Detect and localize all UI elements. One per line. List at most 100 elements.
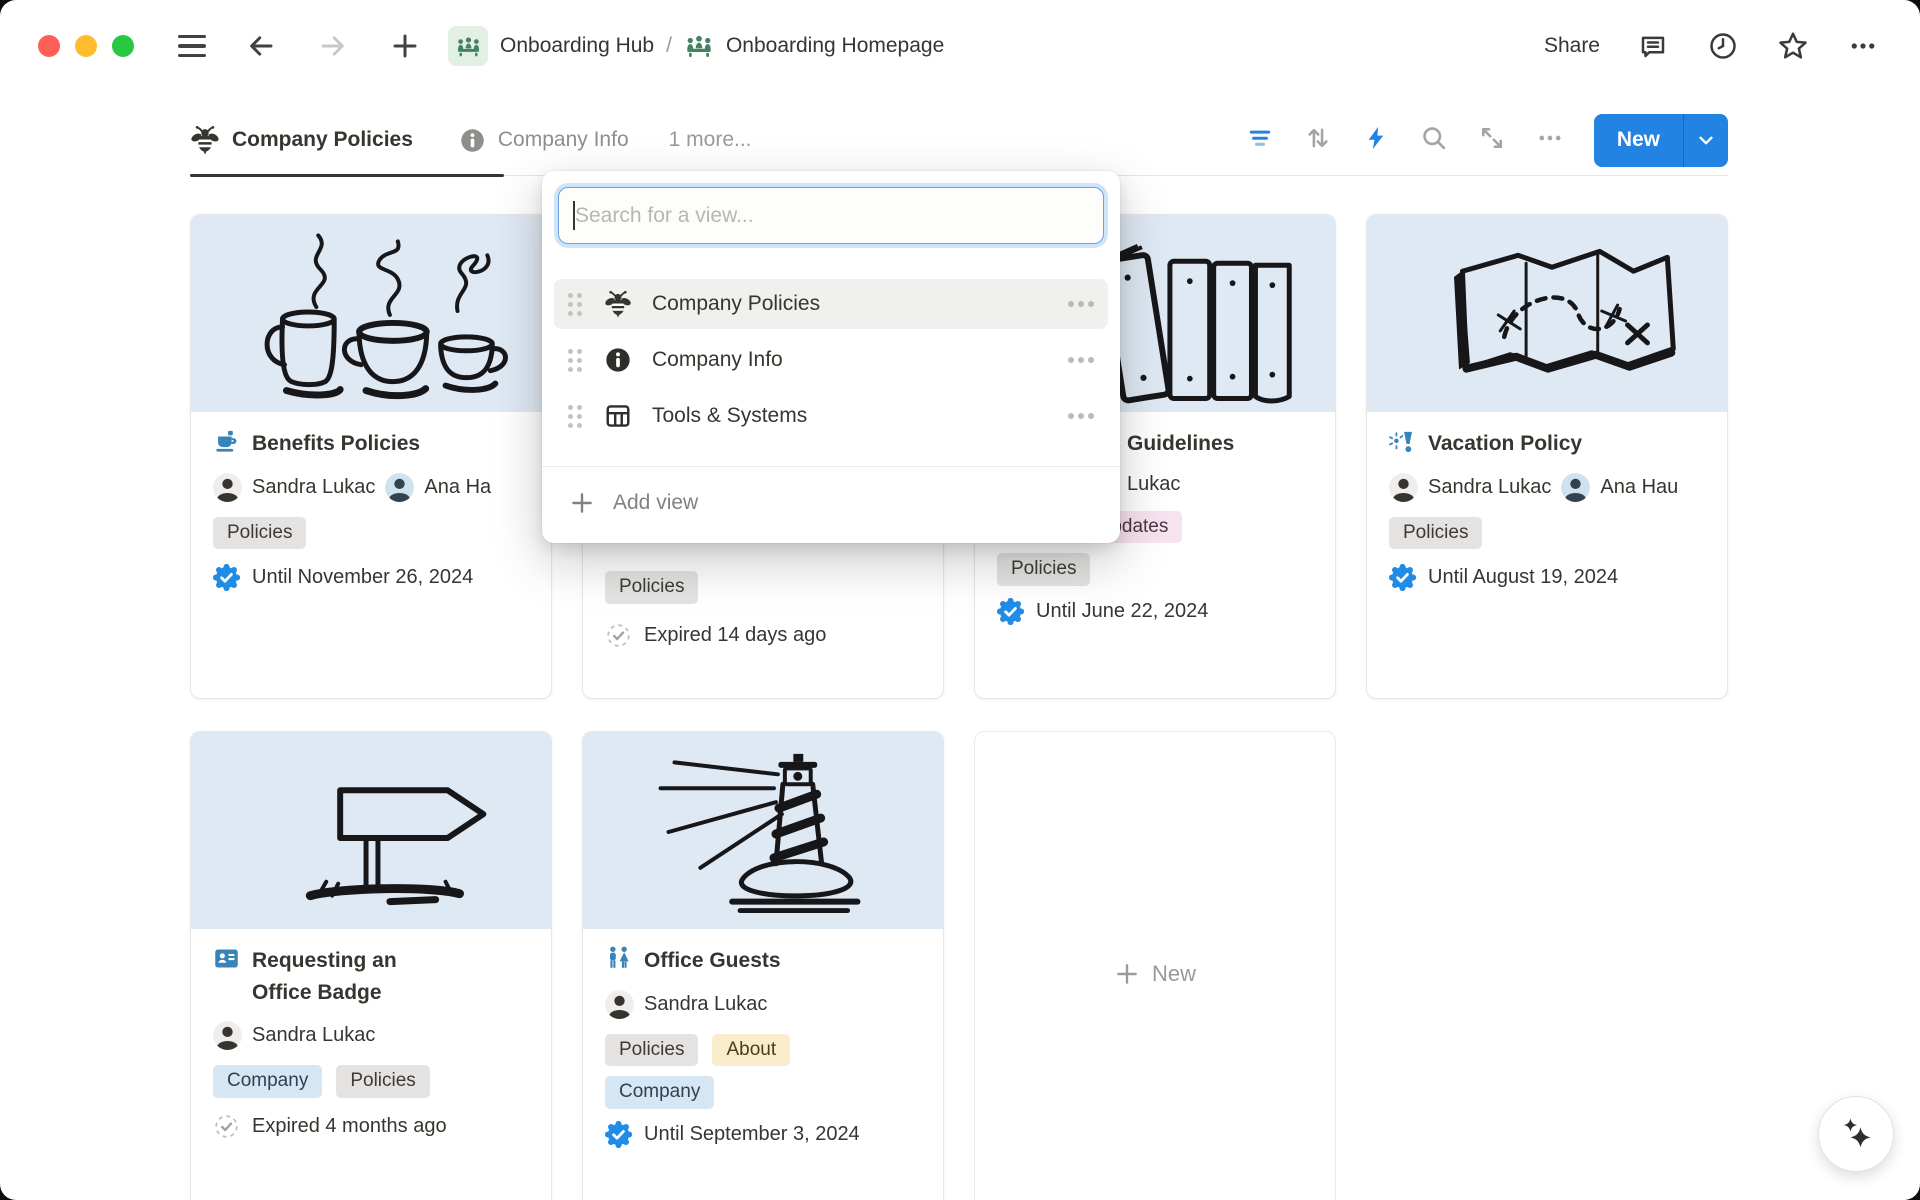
view-toolbar: New (1246, 104, 1728, 176)
plus-icon (569, 490, 595, 516)
breadcrumb-item-homepage[interactable]: Onboarding Homepage (726, 34, 944, 58)
card-office-guests[interactable]: Office Guests Sandra Lukac Policies Abo (582, 731, 944, 1200)
close-window-button[interactable] (38, 35, 60, 57)
minimize-window-button[interactable] (75, 35, 97, 57)
card-vacation-policy[interactable]: Vacation Policy Sandra Lukac (1366, 214, 1728, 699)
card-title-row: Office Guests (605, 945, 921, 977)
more-icon[interactable] (1068, 301, 1094, 307)
card-title: Office Guests (644, 945, 781, 977)
card-cover-mugs-doodle (191, 215, 551, 412)
card-tags: Policies About Company (605, 1034, 921, 1109)
tag[interactable]: Policies (605, 1034, 698, 1067)
person-name-visible: Lukac (1127, 473, 1180, 496)
card-benefits-policies[interactable]: Benefits Policies Sandra Lukac (190, 214, 552, 699)
tag[interactable]: Company (213, 1065, 322, 1098)
filter-icon[interactable] (1246, 124, 1274, 157)
card-people: Sandra Lukac Ana Hau (1389, 473, 1705, 502)
person: Ana Hau (1561, 473, 1678, 502)
more-icon[interactable] (1536, 124, 1564, 157)
menu-icon[interactable] (178, 35, 206, 57)
avatar (1561, 473, 1590, 502)
drag-handle-icon[interactable] (568, 405, 582, 428)
verified-badge-icon (605, 1121, 632, 1148)
more-icon[interactable] (1068, 357, 1094, 363)
new-button-group: New (1594, 114, 1728, 167)
view-label: Tools & Systems (652, 404, 1068, 428)
card-status: Expired 14 days ago (605, 622, 921, 649)
tag[interactable]: Company (605, 1076, 714, 1109)
tag[interactable]: Policies (336, 1065, 429, 1098)
tag[interactable]: Policies (605, 571, 698, 604)
views-dropdown: Company Policies Company Info (542, 171, 1120, 543)
more-views-button[interactable]: 1 more... (669, 128, 752, 152)
status-text: Until September 3, 2024 (644, 1123, 860, 1146)
view-row-tools-systems[interactable]: Tools & Systems (554, 391, 1108, 441)
add-view-button[interactable]: Add view (542, 467, 1120, 539)
view-search-input[interactable] (558, 187, 1104, 244)
person-name: Sandra Lukac (1428, 476, 1551, 499)
person: Sandra Lukac (605, 990, 767, 1019)
view-search (558, 187, 1104, 244)
person: Ana Ha (385, 473, 491, 502)
back-arrow-icon[interactable] (244, 29, 278, 63)
tab-label: Company Policies (232, 128, 413, 152)
share-button[interactable]: Share (1544, 34, 1600, 58)
clock-icon[interactable] (1706, 29, 1740, 63)
people-group-icon (448, 26, 488, 66)
card-title-row: Guidelines (1127, 428, 1313, 460)
card-status: Until September 3, 2024 (605, 1121, 921, 1148)
forward-arrow-icon[interactable] (316, 29, 350, 63)
expand-icon[interactable] (1478, 124, 1506, 157)
star-icon[interactable] (1776, 29, 1810, 63)
person-name: Sandra Lukac (644, 993, 767, 1016)
new-button[interactable]: New (1594, 114, 1683, 167)
plus-icon (1114, 961, 1140, 987)
person: Sandra Lukac (1389, 473, 1551, 502)
tag[interactable]: Policies (997, 553, 1090, 586)
card-tags: Policies (1389, 517, 1705, 550)
tag[interactable]: About (712, 1034, 790, 1067)
table-icon (604, 402, 632, 430)
drag-handle-icon[interactable] (568, 349, 582, 372)
new-button-dropdown[interactable] (1683, 114, 1728, 167)
person: Sandra Lukac (213, 473, 375, 502)
title-bar: Onboarding Hub / Onboarding Homepage Sha… (0, 0, 1920, 92)
sort-icon[interactable] (1304, 124, 1332, 157)
new-tab-plus-icon[interactable] (388, 29, 422, 63)
ai-assistant-button[interactable] (1818, 1096, 1894, 1172)
breadcrumb-separator: / (666, 34, 672, 58)
bee-icon (604, 290, 632, 318)
status-text: Until November 26, 2024 (252, 566, 473, 589)
tag[interactable]: Policies (213, 517, 306, 550)
new-card-button[interactable]: New (974, 731, 1336, 1200)
card-cover-signpost-doodle (191, 732, 551, 929)
sparkles-icon (1837, 1115, 1875, 1153)
card-title-visible: Guidelines (1127, 428, 1234, 460)
app-window: Onboarding Hub / Onboarding Homepage Sha… (0, 0, 1920, 1200)
card-status: Expired 4 months ago (213, 1113, 529, 1140)
more-icon[interactable] (1068, 413, 1094, 419)
card-office-badge[interactable]: Requesting anOffice Badge Sandra Lukac C… (190, 731, 552, 1200)
search-icon[interactable] (1420, 124, 1448, 157)
view-row-company-policies[interactable]: Company Policies (554, 279, 1108, 329)
lightning-icon[interactable] (1362, 124, 1390, 157)
status-text: Expired 4 months ago (252, 1115, 447, 1138)
card-title-row: Benefits Policies (213, 428, 529, 460)
tag[interactable]: Policies (1389, 517, 1482, 550)
more-icon[interactable] (1846, 29, 1880, 63)
avatar (605, 990, 634, 1019)
drag-handle-icon[interactable] (568, 293, 582, 316)
view-row-company-info[interactable]: Company Info (554, 335, 1108, 385)
person-name: Ana Hau (1600, 476, 1678, 499)
comment-icon[interactable] (1636, 29, 1670, 63)
person-name: Sandra Lukac (252, 476, 375, 499)
zoom-window-button[interactable] (112, 35, 134, 57)
add-view-label: Add view (613, 491, 698, 515)
breadcrumb-item-hub[interactable]: Onboarding Hub (500, 34, 654, 58)
views-list: Company Policies Company Info (542, 279, 1120, 441)
view-label: Company Info (652, 348, 1068, 372)
tab-company-policies[interactable]: Company Policies (190, 125, 413, 155)
verified-badge-icon (997, 598, 1024, 625)
tab-company-info[interactable]: Company Info (459, 127, 629, 154)
person-name: Ana Ha (424, 476, 491, 499)
